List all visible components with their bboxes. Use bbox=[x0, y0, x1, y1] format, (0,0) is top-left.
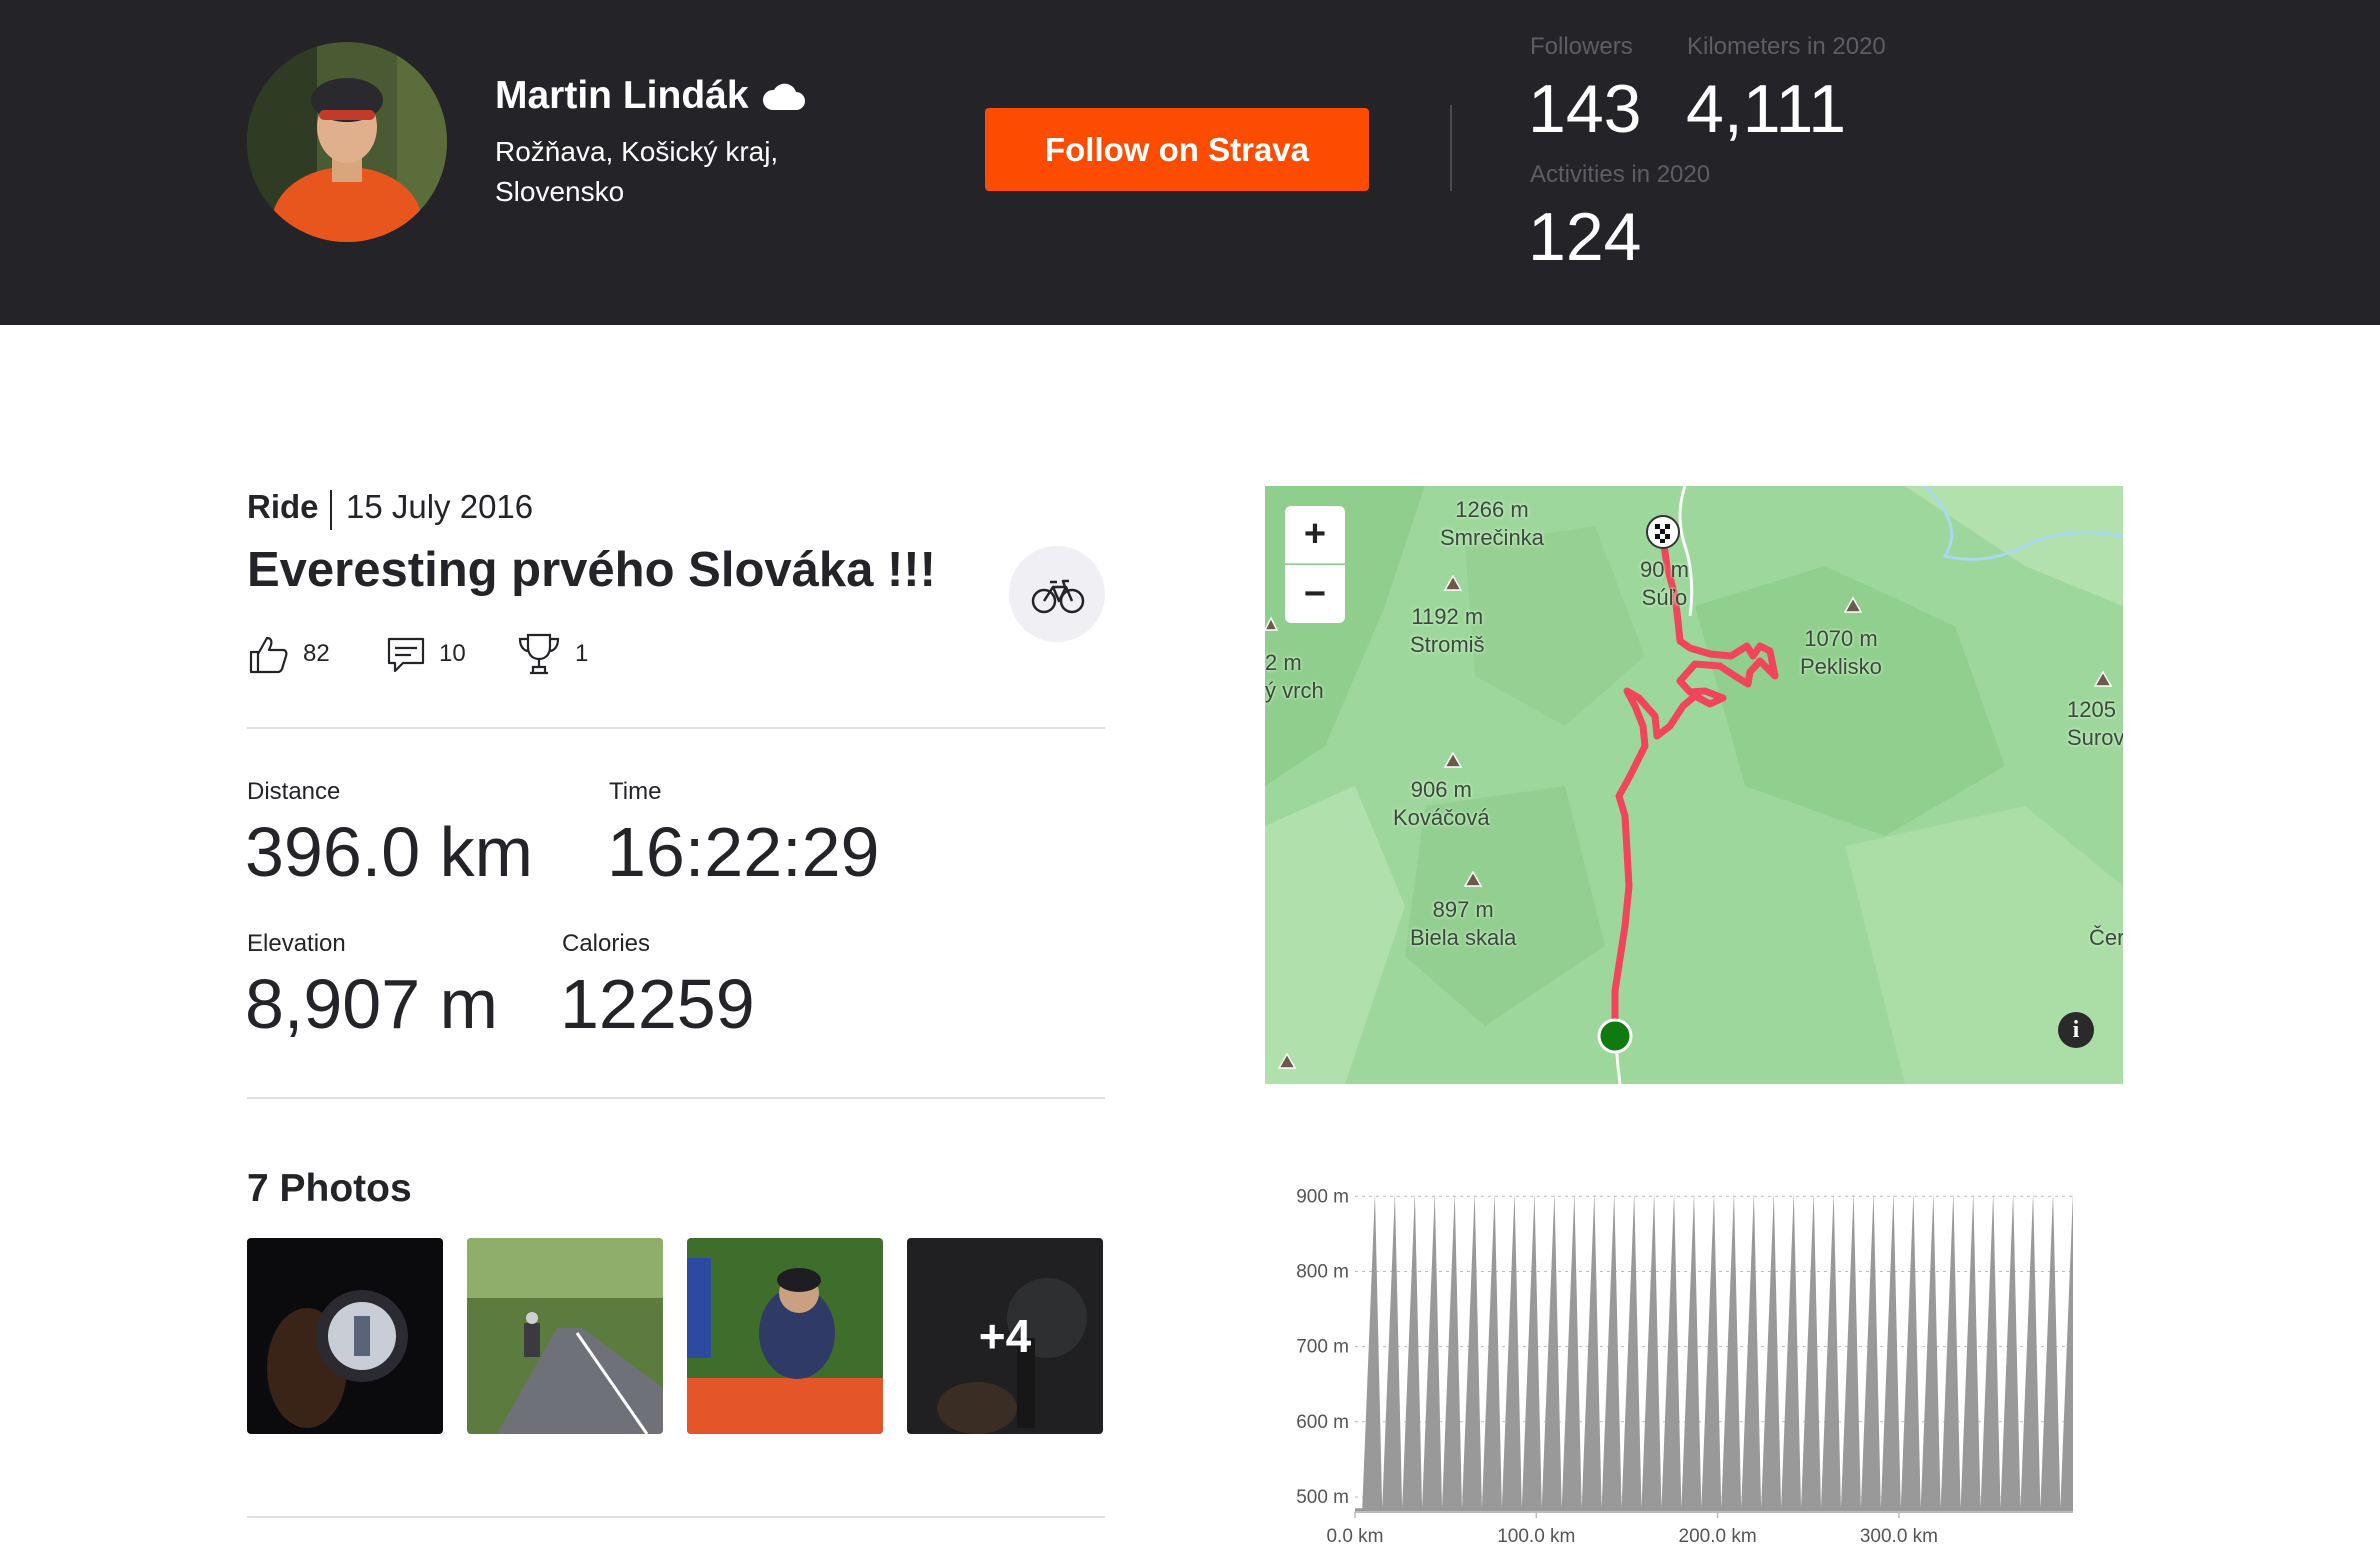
divider bbox=[247, 1097, 1105, 1099]
divider bbox=[247, 1516, 1105, 1518]
y-tick-label: 600 m bbox=[1296, 1412, 1349, 1433]
calories-label: Calories bbox=[562, 930, 651, 957]
profile-header: Martin Lindák Rožňava, Košický kraj, Slo… bbox=[0, 0, 2380, 325]
info-icon[interactable]: i bbox=[2058, 1012, 2094, 1048]
followers-value[interactable]: 143 bbox=[1528, 70, 1641, 148]
elevation-value: 8,907 m bbox=[245, 965, 498, 1043]
activities-in-2020-value: 124 bbox=[1528, 199, 1642, 275]
calories-value: 12259 bbox=[560, 965, 755, 1043]
distance-label: Distance bbox=[247, 778, 341, 805]
y-tick-label: 700 m bbox=[1296, 1337, 1349, 1358]
time-label: Time bbox=[609, 778, 662, 805]
peak-label: 906 m Kováčová bbox=[1393, 777, 1490, 830]
header-divider bbox=[1450, 105, 1452, 191]
athlete-name[interactable]: Martin Lindák bbox=[495, 74, 749, 118]
followers-label: Followers bbox=[1530, 33, 1633, 60]
comments-button[interactable]: 10 bbox=[385, 630, 466, 678]
athlete-avatar[interactable] bbox=[247, 42, 447, 242]
comment-icon bbox=[387, 637, 425, 673]
follow-on-strava-button[interactable]: Follow on Strava bbox=[985, 108, 1369, 191]
photos-heading: 7 Photos bbox=[247, 1167, 412, 1210]
x-tick-label: 100.0 km bbox=[1497, 1526, 1575, 1547]
km-in-2020-value: 4,111 bbox=[1686, 71, 1847, 147]
more-photos-count[interactable]: +4 bbox=[907, 1238, 1103, 1434]
achievement-count: 1 bbox=[575, 640, 589, 667]
photo-thumbnail[interactable]: +4 bbox=[907, 1238, 1103, 1434]
peak-label: 1266 m Smrečinka bbox=[1440, 497, 1544, 550]
activity-type: Ride bbox=[247, 488, 319, 525]
y-tick-label: 900 m bbox=[1296, 1186, 1349, 1207]
type-date-separator bbox=[330, 490, 332, 530]
x-tick-label: 300.0 km bbox=[1860, 1526, 1938, 1547]
y-tick-label: 500 m bbox=[1296, 1487, 1349, 1508]
finish-flag-icon bbox=[1646, 515, 1680, 549]
trophy-icon bbox=[518, 633, 560, 675]
activity-date: 15 July 2016 bbox=[346, 488, 534, 525]
zoom-out-button[interactable]: − bbox=[1285, 565, 1345, 623]
kudos-count: 82 bbox=[303, 640, 330, 667]
peak-label: Čer bbox=[2089, 925, 2123, 950]
kudos-button[interactable]: 82 bbox=[247, 630, 330, 678]
peak-label: 2 mý vrch bbox=[1265, 650, 1324, 703]
peak-label: 1192 m Stromiš bbox=[1410, 604, 1485, 657]
divider bbox=[247, 727, 1105, 729]
activities-in-2020-label: Activities in 2020 bbox=[1530, 161, 1711, 188]
photo-thumbnail[interactable] bbox=[687, 1238, 883, 1434]
start-marker bbox=[1597, 1018, 1633, 1054]
elevation-label: Elevation bbox=[247, 930, 346, 957]
photo-thumbnail[interactable] bbox=[467, 1238, 663, 1434]
route-map[interactable]: 1266 m Smrečinka 90 m Súľo 1192 m Stromiš 1… bbox=[1265, 486, 2123, 1084]
time-value: 16:22:29 bbox=[607, 813, 880, 891]
thumbs-up-icon bbox=[249, 636, 288, 674]
athlete-location: Rožňava, Košický kraj, bbox=[495, 136, 779, 167]
achievements-button[interactable]: 1 bbox=[515, 630, 588, 678]
bicycle-icon bbox=[1009, 546, 1105, 642]
activity-title[interactable]: Everesting prvého Slováka !!! bbox=[247, 542, 936, 598]
km-in-2020-label: Kilometers in 2020 bbox=[1687, 33, 1886, 60]
athlete-country: Slovensko bbox=[495, 176, 625, 207]
distance-value: 396.0 km bbox=[245, 813, 533, 891]
y-tick-label: 800 m bbox=[1296, 1261, 1349, 1282]
comment-count: 10 bbox=[439, 640, 466, 667]
peak-label: 90 m Súľo bbox=[1640, 557, 1689, 610]
x-tick-label: 200.0 km bbox=[1679, 1526, 1757, 1547]
x-tick-label: 0.0 km bbox=[1326, 1526, 1383, 1547]
peak-label: 1205 Surov bbox=[2067, 697, 2123, 750]
elevation-profile-chart: 900 m 800 m 700 m 600 m 500 m 0.0 km 100.0 km 2… bbox=[1296, 1186, 2073, 1547]
elevation-area bbox=[1355, 1192, 2073, 1512]
cloud-icon bbox=[760, 80, 806, 114]
photo-thumbnail[interactable] bbox=[247, 1238, 443, 1434]
peak-label: 1070 m Peklisko bbox=[1800, 626, 1882, 679]
peak-label: 897 m Biela skala bbox=[1410, 897, 1517, 950]
zoom-in-button[interactable]: + bbox=[1285, 506, 1345, 564]
